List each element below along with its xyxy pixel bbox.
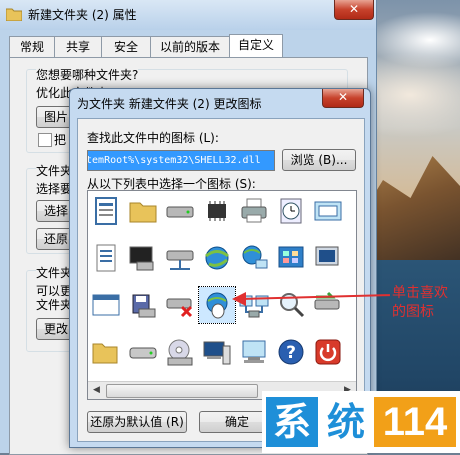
- tab-sharing[interactable]: 共享: [54, 36, 102, 57]
- icon-cell[interactable]: [125, 334, 161, 370]
- folder-open-icon: [92, 343, 118, 364]
- logo-char-2: 统: [320, 397, 372, 447]
- icon-cell[interactable]: [162, 334, 198, 370]
- folder-icon-label: 文件夹: [36, 264, 73, 281]
- floppy-save-icon: [132, 294, 156, 318]
- chip-icon: [208, 201, 226, 221]
- control-panel-icon: [278, 246, 304, 268]
- folder-icon: [129, 202, 157, 223]
- icon-cell[interactable]: [347, 287, 357, 323]
- document-icon: [95, 197, 117, 225]
- icon-cell[interactable]: [199, 193, 235, 229]
- network-drive-green-icon: [314, 291, 340, 310]
- icon-cell[interactable]: [88, 193, 124, 229]
- icon-cell[interactable]: [88, 334, 124, 370]
- icon-cell[interactable]: [236, 334, 272, 370]
- icon-cell[interactable]: [347, 193, 357, 229]
- partial-icon: [349, 195, 357, 227]
- tab-customize[interactable]: 自定义: [229, 34, 283, 58]
- icon-cell[interactable]: [347, 240, 357, 276]
- folder-picture-desc: 选择要: [36, 180, 73, 197]
- window-icon: [92, 294, 120, 316]
- dialog-close-button[interactable]: ✕: [322, 89, 364, 108]
- icon-cell[interactable]: [236, 193, 272, 229]
- scroll-thumb[interactable]: [106, 384, 258, 398]
- icon-cell[interactable]: [310, 240, 346, 276]
- checkbox-label: 把: [54, 131, 67, 148]
- power-icon: [315, 339, 341, 365]
- shortcut-arrow-icon: [349, 242, 357, 274]
- icon-cell[interactable]: [199, 334, 235, 370]
- partial-icon-3: [349, 336, 357, 368]
- icon-cell[interactable]: [162, 240, 198, 276]
- mouse-globe-icon: [206, 292, 228, 319]
- icon-cell[interactable]: ?: [273, 334, 309, 370]
- icon-cell[interactable]: [125, 240, 161, 276]
- text-document-icon: [96, 244, 116, 272]
- internet-globe-icon: [205, 246, 229, 270]
- logo-char-1: 系: [266, 397, 318, 447]
- icon-cell[interactable]: [162, 287, 198, 323]
- terminal-icon: [129, 246, 154, 271]
- cd-drive-icon: [167, 339, 193, 366]
- partial-icon-2: [349, 289, 357, 321]
- network-globe-icon: [242, 245, 268, 269]
- icon-cell[interactable]: [347, 334, 357, 370]
- find-file-label: 查找此文件中的图标 (L):: [87, 131, 219, 145]
- dialog-title: 为文件夹 新建文件夹 (2) 更改图标: [77, 97, 262, 111]
- folder-icon-desc2: 文件夹: [36, 296, 73, 313]
- annotation-arrow-icon: [232, 292, 246, 306]
- hard-disk-icon: [129, 347, 157, 359]
- icon-file-path-input[interactable]: stemRoot%\system32\SHELL32.dll: [87, 150, 275, 171]
- icon-cell[interactable]: [88, 287, 124, 323]
- help-icon: ?: [278, 339, 304, 365]
- folder-picture-label: 文件夹: [36, 162, 73, 179]
- icon-cell[interactable]: [310, 193, 346, 229]
- computer-icon: [203, 341, 231, 365]
- icon-cell[interactable]: [273, 193, 309, 229]
- network-drive-icon: [166, 250, 194, 270]
- icon-cell[interactable]: [273, 287, 309, 323]
- monitor-stand-icon: [242, 340, 266, 363]
- monitor-icon: [315, 246, 339, 266]
- properties-titlebar: 新建文件夹 (2) 属性: [0, 0, 376, 30]
- logo-number: 114: [374, 397, 456, 447]
- icon-cell[interactable]: [125, 193, 161, 229]
- icon-cell[interactable]: [198, 286, 236, 324]
- icon-cell[interactable]: [125, 287, 161, 323]
- display-icon: [314, 201, 342, 221]
- restore-default-button[interactable]: 还原为默认值 (R): [87, 411, 187, 433]
- clock-icon: [280, 198, 302, 224]
- tab-general[interactable]: 常规: [9, 36, 55, 57]
- watermark-logo: 系 统 114: [262, 391, 460, 453]
- folder-icon: [6, 8, 22, 21]
- subfolder-checkbox[interactable]: [38, 133, 52, 147]
- annotation-text: 单击喜欢的图标: [392, 285, 448, 320]
- tab-security[interactable]: 安全: [101, 36, 151, 57]
- delete-drive-icon: [166, 298, 193, 318]
- icon-cell[interactable]: [199, 240, 235, 276]
- tab-previous-versions[interactable]: 以前的版本: [150, 36, 230, 57]
- drive-icon: [166, 206, 194, 218]
- scroll-left-icon[interactable]: ◀: [88, 382, 105, 399]
- printer-icon: [241, 198, 267, 223]
- window-title: 新建文件夹 (2) 属性: [28, 8, 137, 22]
- svg-text:?: ?: [286, 343, 296, 363]
- icon-cell[interactable]: [88, 240, 124, 276]
- icon-cell[interactable]: [310, 287, 346, 323]
- folder-type-label: 您想要哪种文件夹?: [36, 66, 139, 83]
- magnifier-icon: [280, 293, 305, 318]
- close-button[interactable]: ✕: [334, 0, 374, 20]
- icon-cell[interactable]: [310, 334, 346, 370]
- icon-cell[interactable]: [273, 240, 309, 276]
- icon-cell[interactable]: [162, 193, 198, 229]
- browse-button[interactable]: 浏览 (B)...: [282, 149, 356, 171]
- icon-cell[interactable]: [236, 240, 272, 276]
